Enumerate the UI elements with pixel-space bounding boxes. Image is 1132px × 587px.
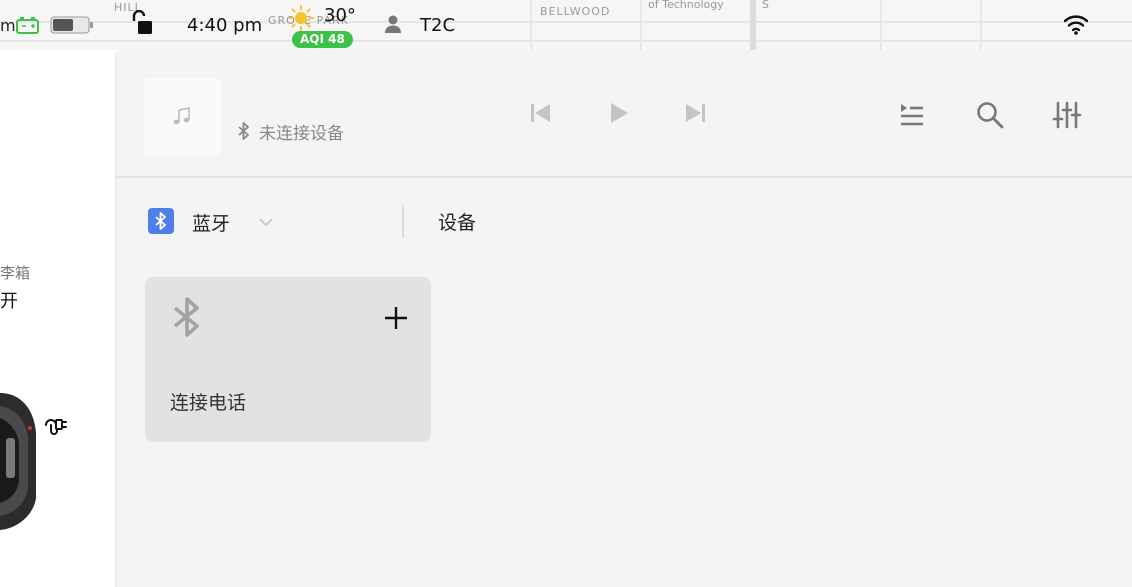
chevron-down-icon: [258, 214, 274, 228]
header-divider: [116, 176, 1132, 178]
wifi-icon[interactable]: [1062, 12, 1090, 36]
trunk-label: 李箱: [0, 264, 31, 282]
charge-port-icon[interactable]: [44, 416, 68, 438]
media-player-panel: 未连接设备 蓝牙 设备 连接电话: [115, 50, 1132, 587]
unlock-icon[interactable]: [130, 9, 154, 36]
driver-profile-name[interactable]: T2C: [420, 15, 455, 36]
source-name: 蓝牙: [192, 213, 231, 235]
sun-icon: [288, 4, 317, 32]
battery-charging-icon: [16, 16, 40, 34]
status-bar: m 4:40 pm 30° AQI 48 T2C: [0, 0, 1132, 50]
bluetooth-icon: [171, 297, 203, 337]
range-unit: m: [0, 16, 16, 35]
add-device-icon[interactable]: [383, 305, 409, 331]
bluetooth-source-icon: [148, 208, 174, 234]
outside-temperature: 30°: [324, 5, 356, 26]
equalizer-icon[interactable]: [1052, 100, 1082, 130]
trunk-open-button[interactable]: 开: [0, 287, 18, 313]
battery-level-icon[interactable]: [50, 16, 94, 34]
search-icon[interactable]: [975, 100, 1005, 130]
play-icon[interactable]: [605, 99, 633, 127]
connect-phone-label: 连接电话: [170, 392, 247, 414]
user-icon[interactable]: [384, 14, 402, 34]
album-art[interactable]: [144, 78, 221, 155]
aqi-badge: AQI 48: [292, 31, 353, 48]
music-note-icon: [173, 107, 190, 125]
car-image: [0, 388, 42, 533]
queue-icon[interactable]: [897, 100, 927, 130]
bluetooth-icon: [237, 122, 251, 140]
vehicle-panel: 李箱 开: [0, 50, 115, 587]
section-divider: [402, 205, 404, 238]
clock-time: 4:40 pm: [187, 15, 263, 36]
previous-track-icon[interactable]: [527, 99, 555, 127]
next-track-icon[interactable]: [681, 99, 709, 127]
connection-status: 未连接设备: [259, 124, 344, 144]
connect-phone-card[interactable]: 连接电话: [145, 277, 431, 442]
devices-title: 设备: [438, 212, 477, 234]
